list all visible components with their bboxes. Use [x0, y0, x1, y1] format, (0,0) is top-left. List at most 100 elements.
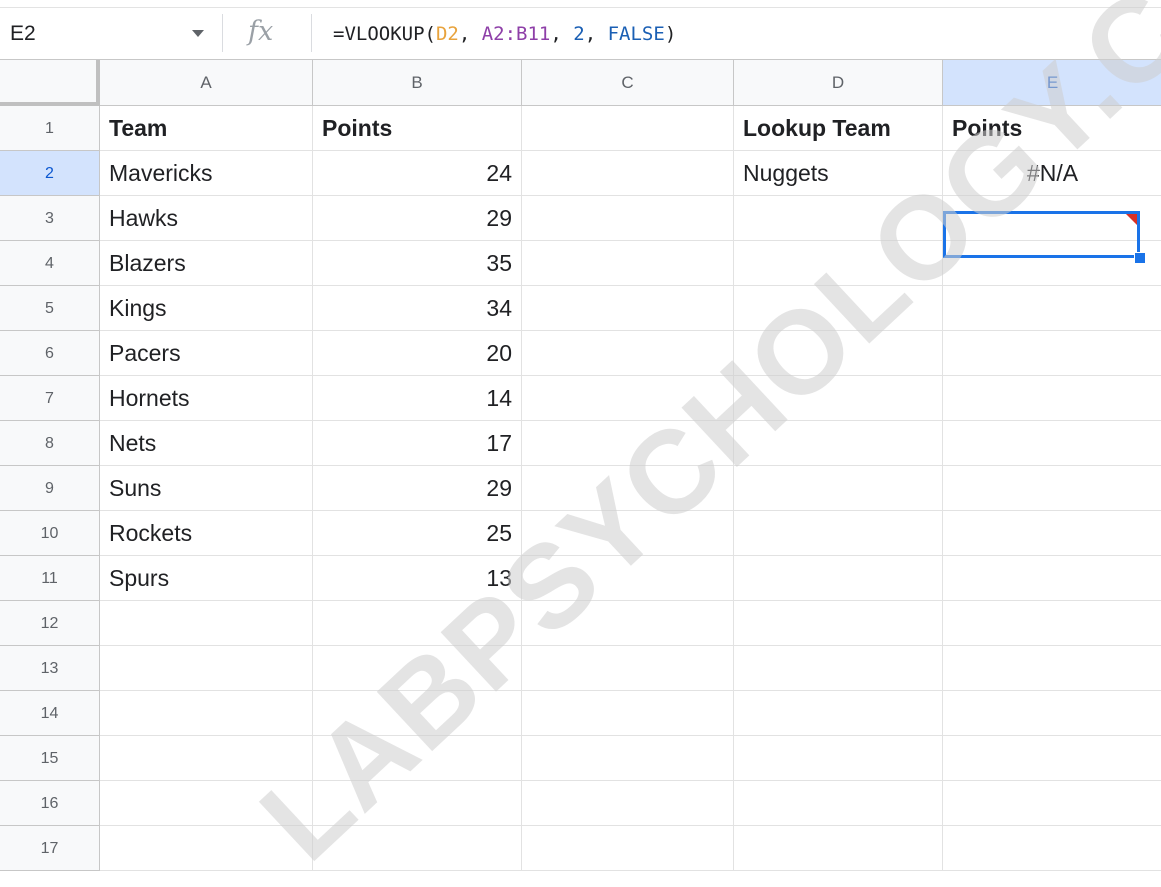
cell-d13[interactable] [734, 646, 943, 691]
cell-b3[interactable]: 29 [313, 196, 522, 241]
column-header-b[interactable]: B [313, 60, 522, 106]
cell-e6[interactable] [943, 331, 1161, 376]
row-header-12[interactable]: 12 [0, 601, 100, 646]
cell-a5[interactable]: Kings [100, 286, 313, 331]
cell-a8[interactable]: Nets [100, 421, 313, 466]
row-header-9[interactable]: 9 [0, 466, 100, 511]
cell-c13[interactable] [522, 646, 734, 691]
cell-b11[interactable]: 13 [313, 556, 522, 601]
cell-c14[interactable] [522, 691, 734, 736]
caret-down-icon[interactable] [192, 30, 204, 37]
cell-a6[interactable]: Pacers [100, 331, 313, 376]
name-box[interactable]: E2 [10, 8, 36, 60]
cell-d5[interactable] [734, 286, 943, 331]
cell-b15[interactable] [313, 736, 522, 781]
cell-a12[interactable] [100, 601, 313, 646]
cell-b16[interactable] [313, 781, 522, 826]
cell-d2[interactable]: Nuggets [734, 151, 943, 196]
cell-b17[interactable] [313, 826, 522, 871]
row-header-7[interactable]: 7 [0, 376, 100, 421]
row-header-5[interactable]: 5 [0, 286, 100, 331]
column-header-e[interactable]: E [943, 60, 1161, 106]
cell-a16[interactable] [100, 781, 313, 826]
cell-a4[interactable]: Blazers [100, 241, 313, 286]
cell-c6[interactable] [522, 331, 734, 376]
row-header-13[interactable]: 13 [0, 646, 100, 691]
cell-d12[interactable] [734, 601, 943, 646]
cell-d17[interactable] [734, 826, 943, 871]
column-header-d[interactable]: D [734, 60, 943, 106]
cell-a13[interactable] [100, 646, 313, 691]
cell-d7[interactable] [734, 376, 943, 421]
cell-d16[interactable] [734, 781, 943, 826]
cell-a3[interactable]: Hawks [100, 196, 313, 241]
column-header-c[interactable]: C [522, 60, 734, 106]
cell-e4[interactable] [943, 241, 1161, 286]
row-header-4[interactable]: 4 [0, 241, 100, 286]
cell-e10[interactable] [943, 511, 1161, 556]
cell-c7[interactable] [522, 376, 734, 421]
cell-c3[interactable] [522, 196, 734, 241]
row-header-16[interactable]: 16 [0, 781, 100, 826]
cell-e2[interactable]: #N/A [943, 151, 1161, 196]
cell-d9[interactable] [734, 466, 943, 511]
cell-a2[interactable]: Mavericks [100, 151, 313, 196]
cell-c17[interactable] [522, 826, 734, 871]
row-header-3[interactable]: 3 [0, 196, 100, 241]
row-header-10[interactable]: 10 [0, 511, 100, 556]
cell-c4[interactable] [522, 241, 734, 286]
row-header-14[interactable]: 14 [0, 691, 100, 736]
cell-d10[interactable] [734, 511, 943, 556]
cell-e7[interactable] [943, 376, 1161, 421]
cell-a1[interactable]: Team [100, 106, 313, 151]
cell-a9[interactable]: Suns [100, 466, 313, 511]
cell-b12[interactable] [313, 601, 522, 646]
cell-e1[interactable]: Points [943, 106, 1161, 151]
cell-e17[interactable] [943, 826, 1161, 871]
cell-c12[interactable] [522, 601, 734, 646]
cell-e16[interactable] [943, 781, 1161, 826]
cell-a17[interactable] [100, 826, 313, 871]
cell-e15[interactable] [943, 736, 1161, 781]
cell-b14[interactable] [313, 691, 522, 736]
cell-a7[interactable]: Hornets [100, 376, 313, 421]
cell-b4[interactable]: 35 [313, 241, 522, 286]
cell-b10[interactable]: 25 [313, 511, 522, 556]
cell-b1[interactable]: Points [313, 106, 522, 151]
cell-b7[interactable]: 14 [313, 376, 522, 421]
cell-e14[interactable] [943, 691, 1161, 736]
cell-c1[interactable] [522, 106, 734, 151]
row-header-1[interactable]: 1 [0, 106, 100, 151]
cell-c15[interactable] [522, 736, 734, 781]
row-header-15[interactable]: 15 [0, 736, 100, 781]
cell-d4[interactable] [734, 241, 943, 286]
cell-d14[interactable] [734, 691, 943, 736]
cell-c11[interactable] [522, 556, 734, 601]
row-header-6[interactable]: 6 [0, 331, 100, 376]
cell-e12[interactable] [943, 601, 1161, 646]
column-header-a[interactable]: A [100, 60, 313, 106]
cell-b9[interactable]: 29 [313, 466, 522, 511]
error-indicator-icon[interactable] [1126, 214, 1137, 225]
cell-a10[interactable]: Rockets [100, 511, 313, 556]
cell-c5[interactable] [522, 286, 734, 331]
cell-b13[interactable] [313, 646, 522, 691]
cell-e8[interactable] [943, 421, 1161, 466]
cell-d8[interactable] [734, 421, 943, 466]
cell-a11[interactable]: Spurs [100, 556, 313, 601]
cell-e9[interactable] [943, 466, 1161, 511]
fill-handle[interactable] [1134, 252, 1146, 264]
cell-c9[interactable] [522, 466, 734, 511]
cell-e13[interactable] [943, 646, 1161, 691]
cell-b6[interactable]: 20 [313, 331, 522, 376]
cell-b2[interactable]: 24 [313, 151, 522, 196]
cell-c10[interactable] [522, 511, 734, 556]
cell-c16[interactable] [522, 781, 734, 826]
cell-b8[interactable]: 17 [313, 421, 522, 466]
cell-d6[interactable] [734, 331, 943, 376]
row-header-11[interactable]: 11 [0, 556, 100, 601]
formula-input[interactable]: =VLOOKUP(D2, A2:B11, 2, FALSE) [333, 8, 676, 60]
cell-e11[interactable] [943, 556, 1161, 601]
row-header-2[interactable]: 2 [0, 151, 100, 196]
cell-b5[interactable]: 34 [313, 286, 522, 331]
